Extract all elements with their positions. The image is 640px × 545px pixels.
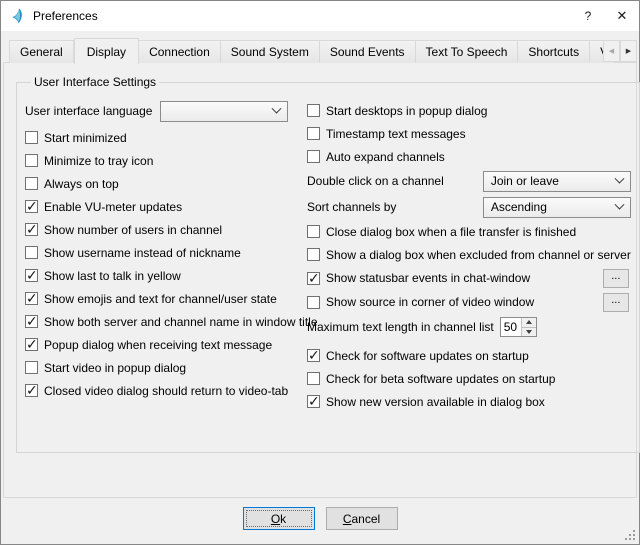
checkbox-show-emojis-and-text[interactable]: Show emojis and text for channel/user st…	[25, 287, 307, 310]
double-click-label: Double click on a channel	[307, 174, 444, 188]
video-source-row: Show source in corner of video window ..…	[307, 290, 631, 314]
close-button[interactable]: ✕	[605, 1, 639, 31]
max-text-length-label: Maximum text length in channel list	[307, 320, 494, 334]
checkbox-start-minimized[interactable]: Start minimized	[25, 126, 307, 149]
statusbar-events-row: Show statusbar events in chat-window ...	[307, 266, 631, 290]
cancel-button[interactable]: Cancel	[326, 507, 398, 530]
checkbox-box[interactable]	[307, 225, 320, 238]
checkbox-box[interactable]	[307, 349, 320, 362]
max-text-length-row: Maximum text length in channel list 50	[307, 314, 631, 339]
sort-channels-value: Ascending	[491, 200, 608, 214]
sort-channels-row: Sort channels by Ascending	[307, 194, 631, 220]
title-bar[interactable]: Preferences ? ✕	[1, 1, 639, 31]
checkbox-popup-dialog-on-text-message[interactable]: Popup dialog when receiving text message	[25, 333, 307, 356]
checkbox-timestamp-text-messages[interactable]: Timestamp text messages	[307, 122, 631, 145]
spin-down-icon[interactable]	[522, 327, 536, 336]
double-click-select[interactable]: Join or leave	[483, 171, 631, 192]
max-text-length-spinbox[interactable]: 50	[500, 317, 537, 337]
help-button[interactable]: ?	[571, 1, 605, 31]
tab-shortcuts[interactable]: Shortcuts	[518, 40, 590, 63]
spin-buttons	[521, 318, 536, 336]
tab-display[interactable]: Display	[74, 38, 139, 64]
language-row: User interface language	[25, 99, 307, 123]
checkbox-box[interactable]	[307, 395, 320, 408]
checkbox-enable-vu-meter-updates[interactable]: Enable VU-meter updates	[25, 195, 307, 218]
checkbox-box[interactable]	[25, 177, 38, 190]
tab-scroll-right-icon[interactable]: ▶	[620, 40, 637, 62]
resize-grip[interactable]	[623, 528, 636, 541]
chevron-down-icon	[614, 199, 624, 209]
window-title: Preferences	[33, 9, 98, 23]
checkbox-box[interactable]	[25, 338, 38, 351]
chevron-down-icon	[614, 173, 624, 183]
group-title: User Interface Settings	[31, 75, 159, 89]
tab-bar: General Display Connection Sound System …	[1, 31, 639, 63]
max-text-length-value[interactable]: 50	[501, 318, 521, 336]
checkbox-box[interactable]	[25, 315, 38, 328]
checkbox-always-on-top[interactable]: Always on top	[25, 172, 307, 195]
checkbox-box[interactable]	[25, 292, 38, 305]
checkbox-box[interactable]	[25, 223, 38, 236]
user-interface-settings-group: User Interface Settings User interface l…	[16, 75, 640, 453]
video-source-config-button[interactable]: ...	[603, 293, 629, 312]
app-logo-icon	[9, 8, 26, 25]
checkbox-show-username-instead-of-nickname[interactable]: Show username instead of nickname	[25, 241, 307, 264]
tab-general[interactable]: General	[9, 40, 74, 63]
checkbox-check-software-updates[interactable]: Check for software updates on startup	[307, 344, 631, 367]
checkbox-show-dialog-when-excluded[interactable]: Show a dialog box when excluded from cha…	[307, 243, 631, 266]
checkbox-show-server-and-channel-in-title[interactable]: Show both server and channel name in win…	[25, 310, 307, 333]
checkbox-box[interactable]	[25, 154, 38, 167]
preferences-window: Preferences ? ✕ General Display Connecti…	[0, 0, 640, 545]
checkbox-box[interactable]	[25, 200, 38, 213]
checkbox-minimize-to-tray-icon[interactable]: Minimize to tray icon	[25, 149, 307, 172]
checkbox-close-dialog-file-transfer[interactable]: Close dialog box when a file transfer is…	[307, 220, 631, 243]
dialog-button-row: Ok Cancel	[1, 498, 639, 544]
statusbar-events-config-button[interactable]: ...	[603, 269, 629, 288]
tab-scroll-buttons: ◀ ▶	[603, 40, 637, 62]
checkbox-box[interactable]	[25, 246, 38, 259]
checkbox-box[interactable]	[25, 361, 38, 374]
checkbox-box[interactable]	[307, 127, 320, 140]
checkbox-show-last-to-talk-in-yellow[interactable]: Show last to talk in yellow	[25, 264, 307, 287]
checkbox-box[interactable]	[25, 131, 38, 144]
checkbox-auto-expand-channels[interactable]: Auto expand channels	[307, 145, 631, 168]
checkbox-start-desktops-in-popup[interactable]: Start desktops in popup dialog	[307, 99, 631, 122]
tab-sound-system[interactable]: Sound System	[221, 40, 320, 63]
double-click-value: Join or leave	[491, 174, 608, 188]
checkbox-show-new-version-dialog[interactable]: Show new version available in dialog box	[307, 390, 631, 413]
chevron-down-icon	[272, 103, 282, 113]
sort-channels-label: Sort channels by	[307, 200, 396, 214]
checkbox-box[interactable]	[307, 248, 320, 261]
checkbox-closed-video-return-to-tab[interactable]: Closed video dialog should return to vid…	[25, 379, 307, 402]
tab-text-to-speech[interactable]: Text To Speech	[416, 40, 519, 63]
checkbox-box[interactable]	[25, 384, 38, 397]
right-column: Start desktops in popup dialog Timestamp…	[307, 99, 631, 413]
display-tab-pane: User Interface Settings User interface l…	[3, 63, 637, 498]
tab-scroll-left-icon[interactable]: ◀	[603, 40, 620, 62]
ok-button[interactable]: Ok	[243, 507, 315, 530]
checkbox-show-number-of-users[interactable]: Show number of users in channel	[25, 218, 307, 241]
checkbox-show-statusbar-events[interactable]	[307, 272, 320, 285]
checkbox-check-beta-updates[interactable]: Check for beta software updates on start…	[307, 367, 631, 390]
spin-up-icon[interactable]	[522, 318, 536, 327]
checkbox-show-source-in-video-corner[interactable]	[307, 296, 320, 309]
checkbox-box[interactable]	[307, 150, 320, 163]
checkbox-box[interactable]	[25, 269, 38, 282]
language-label: User interface language	[25, 104, 152, 118]
language-select[interactable]	[160, 101, 288, 122]
checkbox-box[interactable]	[307, 372, 320, 385]
double-click-row: Double click on a channel Join or leave	[307, 168, 631, 194]
checkbox-start-video-in-popup[interactable]: Start video in popup dialog	[25, 356, 307, 379]
tab-sound-events[interactable]: Sound Events	[320, 40, 416, 63]
checkbox-box[interactable]	[307, 104, 320, 117]
sort-channels-select[interactable]: Ascending	[483, 197, 631, 218]
tab-connection[interactable]: Connection	[139, 40, 221, 63]
left-column: User interface language Start minimized …	[25, 99, 307, 413]
